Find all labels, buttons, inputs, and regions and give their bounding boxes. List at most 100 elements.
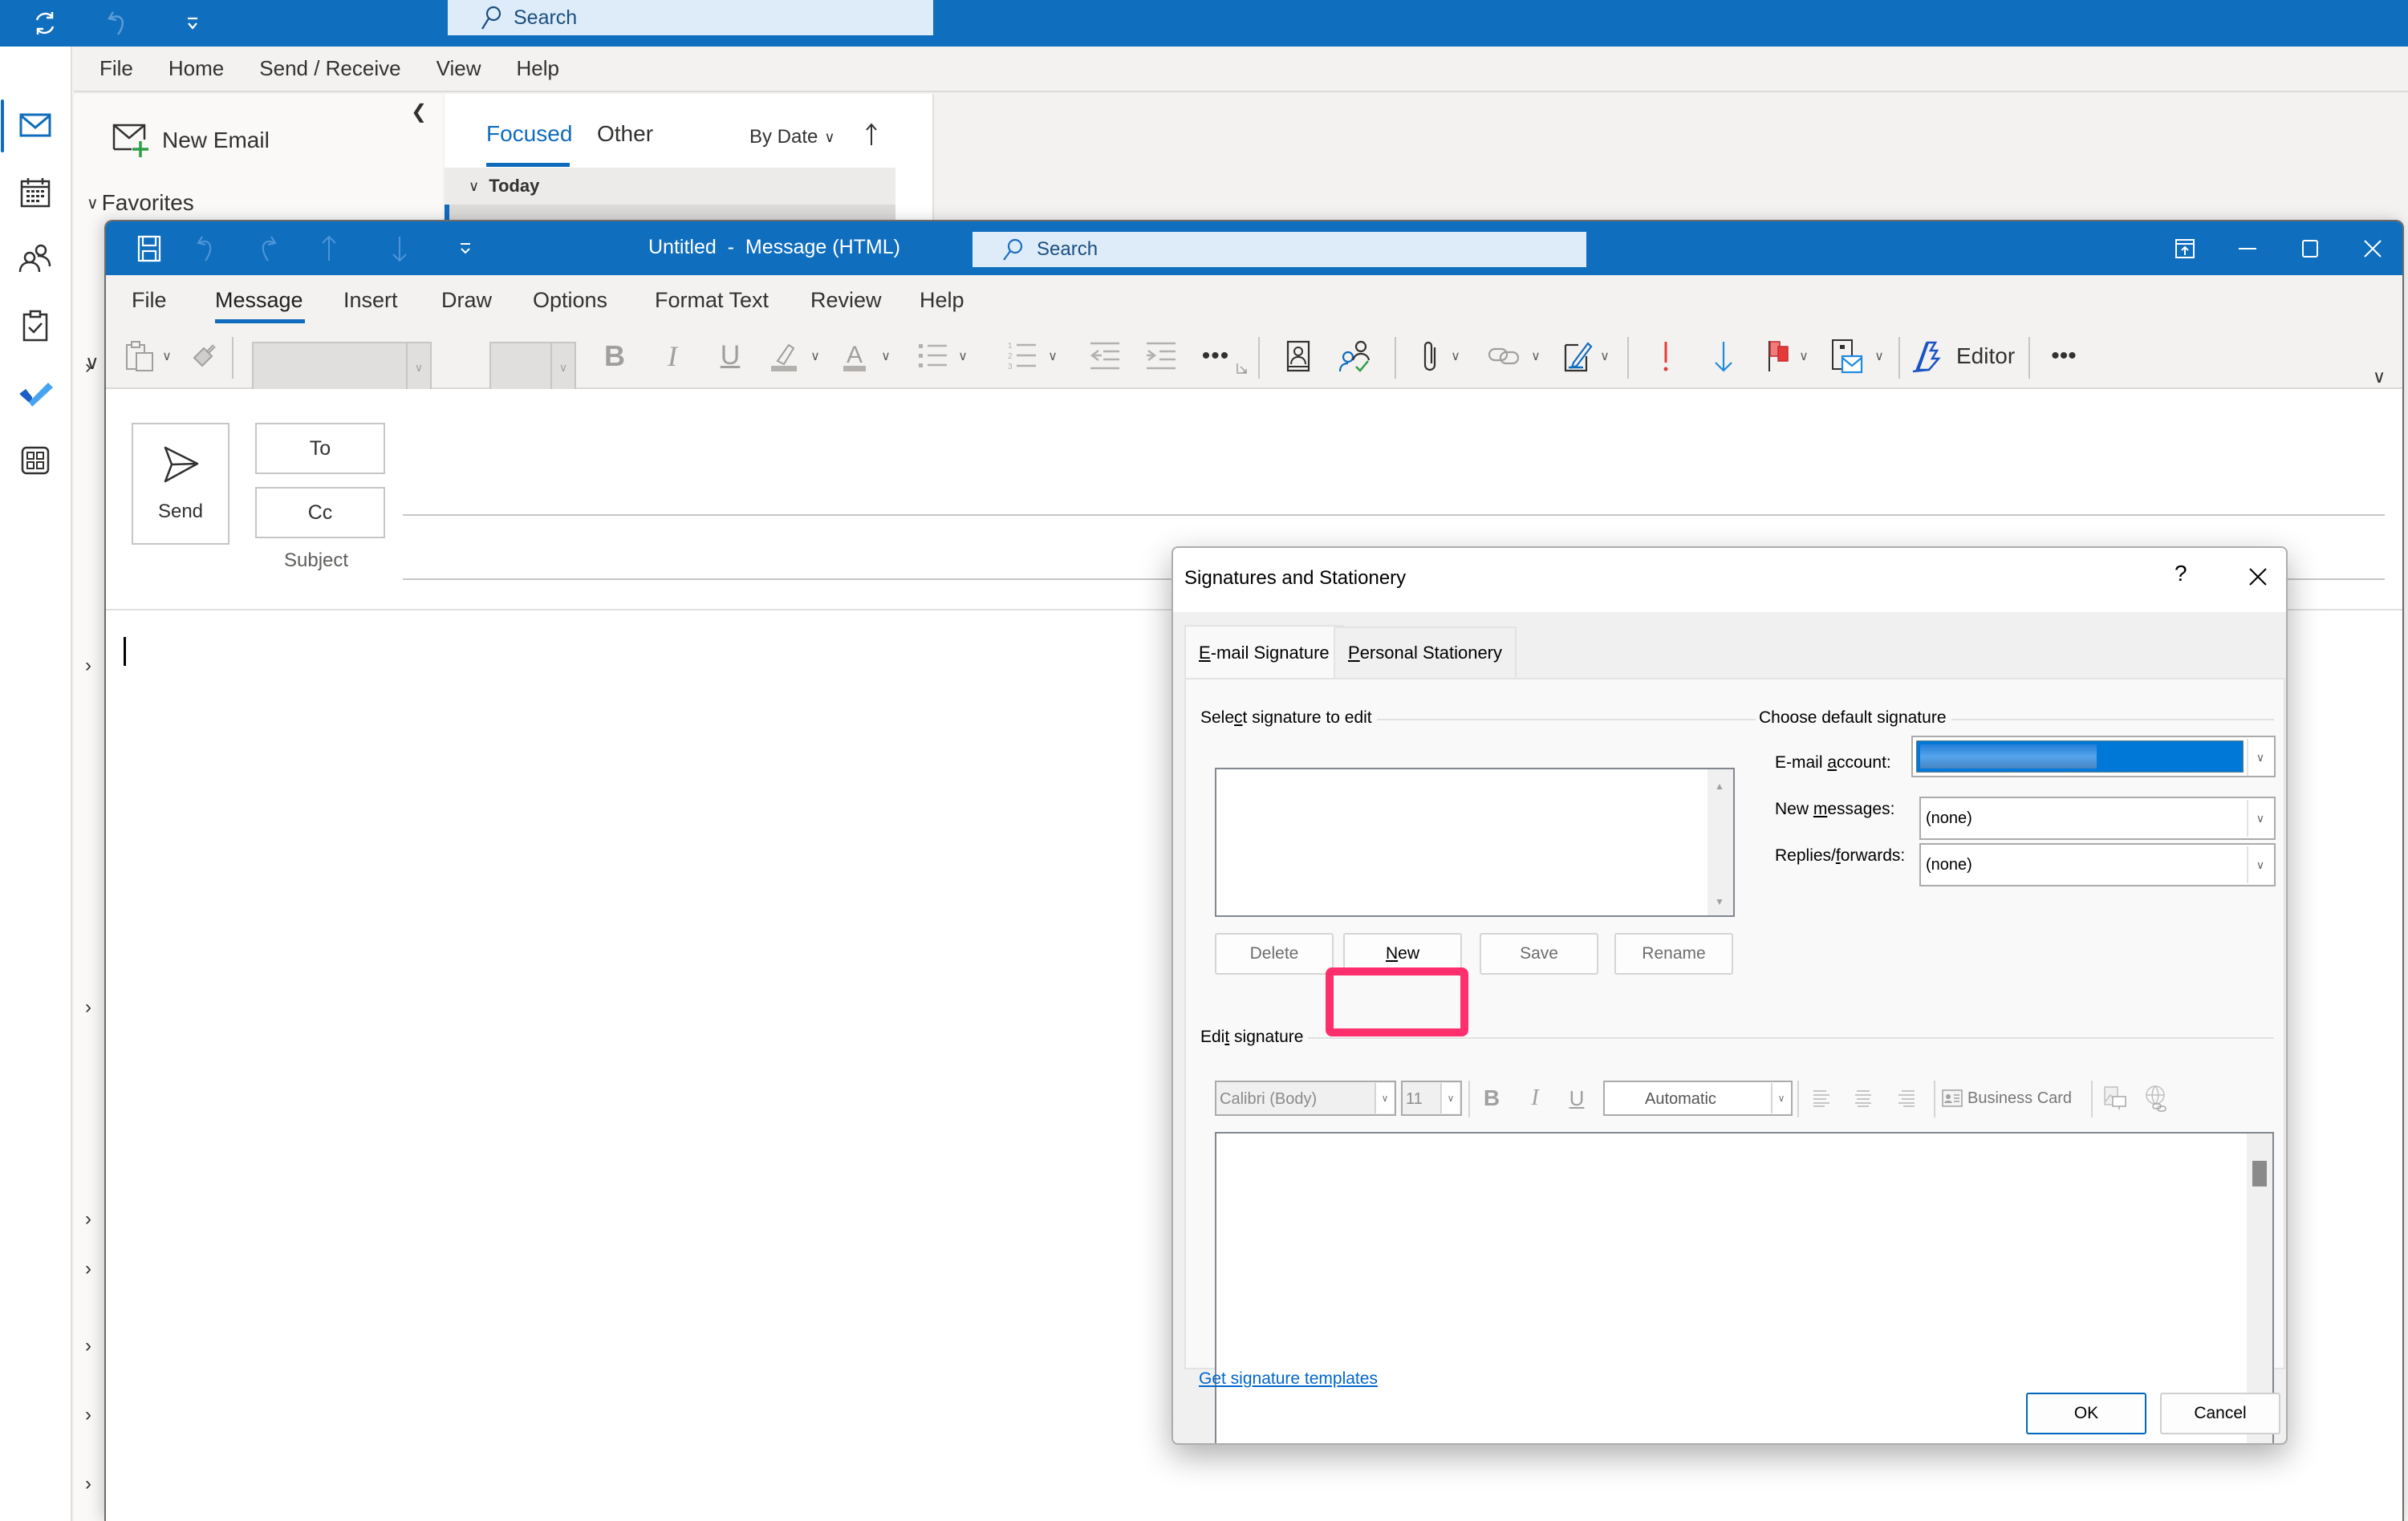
nav-calendar[interactable] — [0, 160, 71, 225]
tab-options[interactable]: Options — [533, 288, 607, 313]
menu-file[interactable]: File — [99, 56, 133, 81]
highlight-dropdown-chevron-icon[interactable]: ∨ — [807, 324, 823, 387]
sync-icon[interactable] — [21, 0, 69, 47]
chevron-right-icon[interactable]: › — [85, 1208, 91, 1231]
link-icon[interactable] — [1480, 324, 1528, 387]
scroll-down-icon[interactable]: ▼ — [1715, 896, 1724, 907]
signature-font-combo[interactable]: Calibri (Body) ∨ — [1215, 1081, 1396, 1116]
next-item-icon[interactable] — [376, 221, 424, 275]
low-importance-icon[interactable] — [1699, 324, 1748, 387]
tab-draw[interactable]: Draw — [441, 288, 492, 313]
paste-dropdown-chevron-icon[interactable]: ∨ — [159, 324, 175, 387]
bullets-dropdown-chevron-icon[interactable]: ∨ — [955, 324, 971, 387]
align-right-icon[interactable] — [1890, 1081, 1923, 1116]
insert-hyperlink-icon[interactable] — [2138, 1081, 2173, 1116]
outer-search-box[interactable]: Search — [448, 0, 933, 35]
chevron-right-icon[interactable]: › — [85, 1473, 91, 1495]
attach-file-icon[interactable] — [1411, 324, 1451, 387]
paste-icon[interactable] — [124, 324, 156, 387]
menu-home[interactable]: Home — [169, 56, 224, 81]
bold-icon[interactable]: B — [1475, 1081, 1509, 1116]
signature-color-combo[interactable]: Automatic ∨ — [1603, 1081, 1793, 1116]
group-header-today[interactable]: ∨ Today — [445, 168, 895, 205]
save-icon[interactable] — [125, 221, 173, 275]
new-email-button[interactable]: New Email — [112, 118, 270, 163]
align-center-icon[interactable] — [1847, 1081, 1879, 1116]
cancel-button[interactable]: Cancel — [2160, 1393, 2280, 1434]
font-name-combo[interactable]: ∨ — [252, 342, 432, 393]
favorites-header[interactable]: ∨ Favorites — [87, 190, 194, 216]
sort-direction-icon[interactable] — [865, 123, 878, 147]
signature-list-scrollbar[interactable]: ▲ ▼ — [1708, 769, 1733, 915]
high-importance-icon[interactable] — [1642, 324, 1690, 387]
decrease-indent-icon[interactable] — [1085, 324, 1125, 387]
bullets-icon[interactable] — [913, 324, 953, 387]
menu-help[interactable]: Help — [516, 56, 558, 81]
nav-people[interactable] — [0, 226, 71, 290]
delete-button[interactable]: Delete — [1215, 933, 1334, 975]
ok-button[interactable]: OK — [2026, 1393, 2146, 1434]
rename-button[interactable]: Rename — [1614, 933, 1733, 975]
font-color-dropdown-chevron-icon[interactable]: ∨ — [878, 324, 894, 387]
insert-picture-icon[interactable] — [2097, 1081, 2133, 1116]
more-paragraph-options-icon[interactable]: ••• — [1196, 324, 1236, 387]
chevron-right-icon[interactable]: › — [85, 996, 91, 1019]
chevron-right-icon[interactable]: › — [85, 655, 91, 677]
tab-message[interactable]: Message — [215, 288, 303, 313]
signature-dropdown-chevron-icon[interactable]: ∨ — [1597, 324, 1613, 387]
tab-personal-stationery[interactable]: Personal Stationery — [1334, 627, 1517, 678]
address-book-icon[interactable] — [1274, 324, 1322, 387]
flag-dropdown-chevron-icon[interactable]: ∨ — [1796, 324, 1812, 387]
underline-icon[interactable]: U — [708, 324, 753, 387]
chevron-right-icon[interactable]: › — [85, 1404, 91, 1426]
nav-todo[interactable] — [0, 361, 71, 425]
menu-view[interactable]: View — [437, 56, 481, 81]
minimize-button[interactable] — [2216, 221, 2279, 275]
send-button[interactable]: Send — [132, 423, 229, 545]
undo-icon[interactable] — [183, 221, 231, 275]
redo-icon[interactable] — [242, 221, 290, 275]
menu-send-receive[interactable]: Send / Receive — [259, 56, 400, 81]
close-button[interactable] — [2341, 221, 2402, 275]
format-painter-icon[interactable] — [186, 324, 221, 387]
font-color-icon[interactable]: A — [833, 324, 876, 387]
bold-icon[interactable]: B — [592, 324, 637, 387]
chevron-right-icon[interactable]: › — [85, 356, 91, 379]
underline-icon[interactable]: U — [1560, 1081, 1594, 1116]
dialog-close-button[interactable] — [2240, 559, 2276, 594]
help-button[interactable]: ? — [2175, 561, 2187, 586]
new-messages-select[interactable]: (none) ∨ — [1919, 797, 2276, 840]
nav-apps[interactable] — [0, 428, 71, 493]
business-card-button[interactable]: Business Card — [1942, 1081, 2086, 1116]
check-names-icon[interactable] — [1332, 324, 1380, 387]
tab-focused[interactable]: Focused — [486, 121, 572, 147]
tab-review[interactable]: Review — [810, 288, 882, 313]
numbering-dropdown-chevron-icon[interactable]: ∨ — [1045, 324, 1061, 387]
customize-qat-icon[interactable] — [441, 221, 489, 275]
more-commands-icon[interactable]: ••• — [2040, 324, 2088, 387]
signature-list[interactable]: ▲ ▼ — [1215, 768, 1735, 917]
align-left-icon[interactable] — [1805, 1081, 1837, 1116]
highlight-icon[interactable] — [762, 324, 806, 387]
get-signature-templates-link[interactable]: Get signature templates — [1199, 1369, 1378, 1389]
numbering-icon[interactable]: 12 3 — [1003, 324, 1043, 387]
italic-icon[interactable]: I — [650, 324, 695, 387]
attach-dropdown-chevron-icon[interactable]: ∨ — [1448, 324, 1464, 387]
editor-button[interactable]: Editor — [1911, 324, 2016, 387]
collapse-pane-chevron-icon[interactable]: ❮ — [411, 100, 427, 124]
chevron-right-icon[interactable]: › — [85, 1258, 91, 1280]
italic-icon[interactable]: I — [1518, 1081, 1552, 1116]
template-dropdown-chevron-icon[interactable]: ∨ — [1871, 324, 1887, 387]
signature-icon[interactable] — [1558, 324, 1598, 387]
compose-search-box[interactable]: Search — [973, 232, 1586, 267]
undo-icon[interactable] — [95, 0, 143, 47]
save-button[interactable]: Save — [1480, 933, 1598, 975]
replies-forwards-select[interactable]: (none) ∨ — [1919, 843, 2276, 886]
sort-dropdown[interactable]: By Date ∨ — [749, 126, 835, 148]
tab-format-text[interactable]: Format Text — [655, 288, 769, 313]
message-template-icon[interactable] — [1823, 324, 1871, 387]
tab-file[interactable]: File — [132, 288, 167, 313]
tab-email-signature[interactable]: E -mail Signature — [1184, 625, 1344, 679]
to-button[interactable]: To — [255, 423, 385, 474]
email-account-select[interactable]: ∨ — [1911, 736, 2276, 777]
